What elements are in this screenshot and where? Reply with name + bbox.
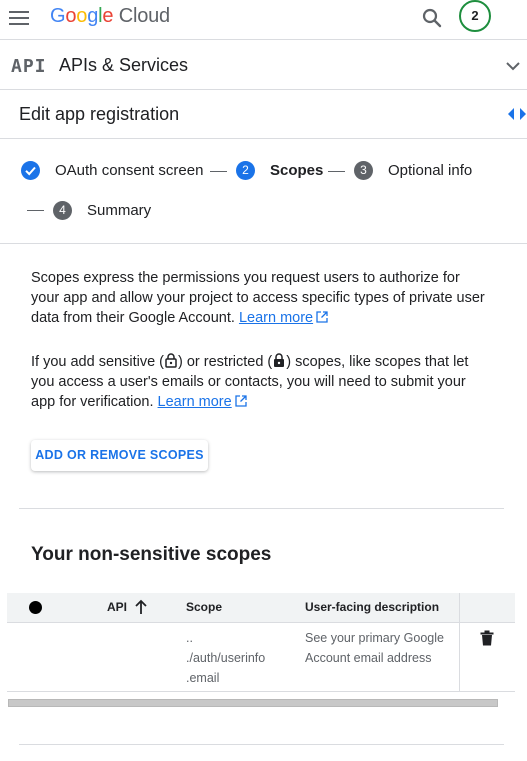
- divider: [19, 508, 504, 509]
- table-row: .. ./auth/userinfo .email See your prima…: [7, 623, 515, 692]
- restricted-lock-icon: [274, 353, 285, 367]
- search-icon[interactable]: [420, 6, 444, 30]
- arrow-up-icon[interactable]: [134, 599, 148, 615]
- select-all-checkbox[interactable]: [29, 601, 42, 614]
- top-app-bar: Google Cloud 2: [0, 0, 527, 40]
- step-summary[interactable]: 4 Summary: [53, 201, 151, 220]
- notification-badge[interactable]: 2: [459, 0, 491, 32]
- step-connector: [328, 171, 345, 172]
- logo-suffix: Cloud: [118, 5, 170, 27]
- product-title[interactable]: APIs & Services: [59, 55, 188, 76]
- step-label: Optional info: [388, 162, 473, 179]
- step-optional-info[interactable]: 3 Optional info: [354, 161, 472, 180]
- expand-panel-icon[interactable]: [507, 107, 527, 121]
- check-circle-icon: [21, 161, 40, 180]
- column-header-api[interactable]: API: [107, 600, 127, 614]
- google-cloud-logo[interactable]: Google Cloud: [50, 5, 170, 28]
- verification-notice-text: If you add sensitive () or restricted ()…: [31, 353, 469, 410]
- open-in-new-icon: [316, 311, 328, 323]
- table-header: API Scope User-facing description: [7, 593, 515, 623]
- column-header-description: User-facing description: [305, 600, 440, 614]
- page-header: Edit app registration: [0, 90, 527, 139]
- step-number: 4: [53, 201, 72, 220]
- column-divider: [459, 593, 460, 692]
- cell-scope: .. ./auth/userinfo .email: [186, 631, 266, 685]
- learn-more-link[interactable]: Learn more: [239, 310, 313, 326]
- learn-more-link[interactable]: Learn more: [158, 394, 232, 410]
- step-oauth-consent[interactable]: OAuth consent screen: [21, 161, 203, 180]
- step-label: Summary: [87, 202, 152, 219]
- chevron-down-icon[interactable]: [503, 56, 523, 76]
- step-number: 2: [236, 161, 255, 180]
- horizontal-scrollbar[interactable]: [8, 699, 498, 707]
- step-number: 3: [354, 161, 373, 180]
- step-connector: [210, 171, 227, 172]
- step-label: OAuth consent screen: [55, 162, 204, 179]
- step-scopes[interactable]: 2 Scopes: [236, 161, 323, 180]
- page-title: Edit app registration: [19, 104, 180, 124]
- registration-stepper: OAuth consent screen 2 Scopes 3 Optional…: [0, 140, 527, 244]
- main-menu-icon[interactable]: [9, 11, 29, 25]
- add-or-remove-scopes-button[interactable]: ADD OR REMOVE SCOPES: [31, 440, 208, 471]
- open-in-new-icon: [235, 395, 247, 407]
- product-header: API APIs & Services: [0, 41, 527, 90]
- section-title: Your non-sensitive scopes: [31, 544, 272, 565]
- cell-description: See your primary Google Account email ad…: [305, 631, 444, 665]
- scopes-intro-text: Scopes express the permissions you reque…: [31, 270, 485, 326]
- api-logo: API: [11, 56, 47, 77]
- step-label: Scopes: [270, 162, 324, 179]
- column-header-scope: Scope: [186, 600, 223, 614]
- delete-icon[interactable]: [480, 630, 494, 646]
- sensitive-lock-icon: [165, 353, 177, 368]
- divider: [19, 744, 504, 745]
- step-connector: [27, 210, 44, 211]
